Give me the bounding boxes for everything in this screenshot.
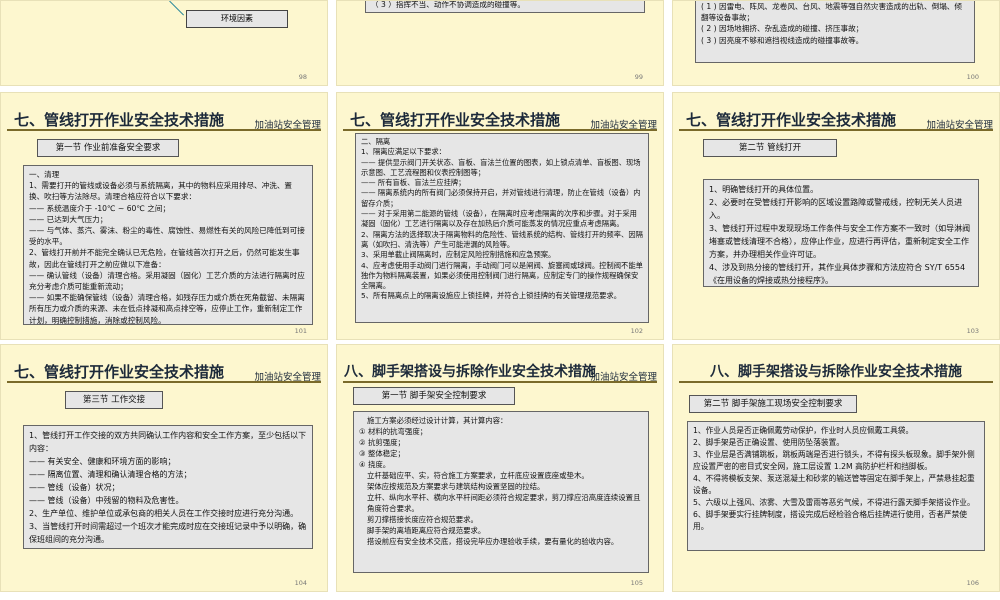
page-number: 100: [966, 73, 979, 81]
content-line: —— 如果不能确保管线（设备）清理合格，如残存压力或介质在死角截留、未隔离所有压…: [29, 293, 305, 325]
content-line: —— 管线（设备）状况；: [29, 483, 120, 492]
slide-103[interactable]: 七、管线打开作业安全技术措施 加油站安全管理 第二节 管线打开 1、明确管线打开…: [672, 92, 1000, 340]
content-line: —— 提供显示阀门开关状态、盲板、盲法兰位置的图表，如上锁点清单、盲板图、现场示…: [361, 157, 641, 177]
content-line: —— 管线（设备）中残留的物料及危害性。: [29, 496, 184, 505]
content-line: 2、必要时在受管线打开影响的区域设置路障或警戒线，控制无关人员进入。: [709, 198, 963, 220]
content-box: 二、隔离 1、隔离应满足以下要求： —— 提供显示阀门开关状态、盲板、盲法兰位置…: [355, 133, 649, 323]
content-line: 5、六级以上强风、浓雾、大雪及雷雨等恶劣气候，不得进行露天脚手架搭设作业。: [693, 498, 975, 507]
content-line: 5、所有隔离点上的隔离设施应上锁挂牌，并符合上锁挂牌的有关管理规范要求。: [361, 291, 622, 301]
content-line: ① 材料的抗弯强度；: [359, 427, 428, 436]
page-number: 99: [634, 73, 643, 81]
content-line: 一、清理: [29, 170, 60, 179]
page-number: 106: [966, 579, 979, 587]
content-line: ④ 挠度。: [359, 460, 391, 469]
section-heading: 第二节 脚手架施工现场安全控制要求: [689, 395, 857, 413]
content-line: 4、应考虑使用手动阀门进行隔离，手动阀门可以是闸阀、旋塞阀或球阀。控制阀不能单独…: [361, 260, 643, 291]
content-line: ( 2 ) 因场地拥挤、杂乱造成的碰撞、挤压事故；: [701, 24, 864, 34]
content-line: —— 隔离位置、清理和确认清理合格的方法；: [29, 470, 192, 479]
content-line: 4、不得将模板支架、泵送混凝土和砂浆的输送管等固定在脚手架上，严禁悬挂起重设备。: [693, 474, 975, 495]
content-line: 3、管线打开过程中发现现场工作条件与安全工作方案不一致时（如导淋阀堵塞或管线清理…: [709, 224, 971, 259]
content-line: —— 系统温度介于 -10℃ ~ 60℃ 之间；: [29, 203, 171, 213]
page-number: 105: [630, 579, 643, 587]
content-line: 1、明确管线打开的具体位置。: [709, 185, 819, 194]
content-line: ( 1 ) 因雷电、阵风、龙卷风、台风、地震等强自然灾害造成的出轨、倒塌、倾翻等…: [701, 2, 962, 23]
connector-line: [169, 1, 184, 16]
page-number: 101: [294, 327, 307, 335]
content-line: 1、隔离应满足以下要求：: [361, 147, 446, 157]
content-line: ( 3 ) 因亮度不够和遮挡视线造成的碰撞事故等。: [701, 35, 864, 45]
content-line: —— 与气体、蒸汽、雾沫、粉尘的毒性、腐蚀性、易燃性有关的风险已降低到可接受的水…: [29, 226, 305, 247]
content-line: 立杆、纵向水平杆、横向水平杆间距必须符合规定要求，剪刀撑应沿高度连续设置且角度符…: [367, 493, 641, 513]
content-line: 2、脚手架是否正确设置、使用防坠落装置。: [693, 438, 844, 447]
content-box: ( 1 ) 因雷电、阵风、龙卷风、台风、地震等强自然灾害造成的出轨、倒塌、倾翻等…: [695, 1, 975, 63]
content-line: 架体应按规范及方案要求与建筑结构设置坚固的拉结。: [367, 482, 545, 491]
content-box: 1、管线打开工作交接的双方共同确认工作内容和安全工作方案，至少包括以下内容： —…: [23, 425, 313, 549]
section-heading: 第三节 工作交接: [65, 391, 163, 409]
title-divider: [679, 129, 993, 131]
content-line: 6、脚手架要实行挂牌制度，搭设完成后经检验合格后挂牌进行使用，否者严禁使用。: [693, 510, 967, 531]
content-line: —— 所有盲板、盲法兰应挂牌；: [361, 178, 466, 188]
content-box: 一、清理 1、需要打开的管线或设备必须与系统隔离，其中的物料应采用排尽、冲洗、置…: [23, 165, 313, 325]
section-heading: 第一节 脚手架安全控制要求: [353, 387, 515, 405]
content-line: 3、采用单截止阀隔离时，应制定风险控制措施和应急预案。: [361, 250, 556, 260]
content-box: 施工方案必须经过设计计算，其计算内容： ① 材料的抗弯强度； ② 抗剪强度； ③…: [353, 411, 649, 573]
page-number: 98: [298, 73, 307, 81]
title-divider: [343, 129, 657, 131]
content-line: 二、隔离: [361, 137, 391, 146]
title-divider: [7, 129, 321, 131]
page-number: 102: [630, 327, 643, 335]
content-line: 搭设前应有安全技术交底，搭设完毕应办理验收手续，要有量化的验收内容。: [367, 537, 619, 546]
content-box: 1、明确管线打开的具体位置。 2、必要时在受管线打开影响的区域设置路障或警戒线，…: [703, 179, 979, 287]
content-line: ③ 整体稳定；: [359, 449, 405, 458]
content-line: （ 3 ）指挥不当、动作不协调造成的碰撞等。: [371, 0, 525, 9]
content-line: 3、当管线打开时间需超过一个班次才能完成时应在交接班记录中予以明确，确保班组间的…: [29, 522, 307, 544]
content-line: 立杆基础应平、实，符合施工方案要求，立杆底应设置底座或垫木。: [367, 471, 589, 480]
content-line: —— 已达到大气压力；: [29, 214, 108, 224]
slide-99[interactable]: （ 3 ）指挥不当、动作不协调造成的碰撞等。 99: [336, 0, 664, 86]
environment-factor-node: 环境因素: [186, 10, 288, 28]
slide-100[interactable]: ( 1 ) 因雷电、阵风、龙卷风、台风、地震等强自然灾害造成的出轨、倒塌、倾翻等…: [672, 0, 1000, 86]
section-heading: 第二节 管线打开: [703, 139, 837, 157]
title-divider: [7, 381, 321, 383]
content-line: 施工方案必须经过设计计算，其计算内容：: [367, 416, 508, 425]
section-heading: 第一节 作业前准备安全要求: [37, 139, 179, 157]
content-line: —— 有关安全、健康和环境方面的影响；: [29, 457, 176, 466]
content-line: 1、作业人员是否正确佩戴劳动保护，作业时人员应佩戴工具袋。: [693, 426, 914, 435]
slide-106[interactable]: 八、脚手架搭设与拆除作业安全技术措施 第二节 脚手架施工现场安全控制要求 1、作…: [672, 344, 1000, 592]
content-line: ② 抗剪强度；: [359, 438, 405, 447]
content-line: 4、涉及到热分接的管线打开，其作业具体步骤和方法应符合 SY/T 6554《在用…: [709, 263, 966, 285]
slide-102[interactable]: 七、管线打开作业安全技术措施 加油站安全管理 二、隔离 1、隔离应满足以下要求：…: [336, 92, 664, 340]
content-line: 脚手架的离墙距离应符合规范要求。: [367, 526, 486, 535]
slide-98[interactable]: 环境因素 98: [0, 0, 328, 86]
content-line: —— 确认管线（设备）清理合格。采用凝固（固化）工艺介质的方法进行隔离时应充分考…: [29, 270, 305, 292]
content-box: 1、作业人员是否正确佩戴劳动保护，作业时人员应佩戴工具袋。 2、脚手架是否正确设…: [687, 421, 985, 551]
content-line: 2、管线打开前并不能完全确认已无危险，在管线首次打开之后，仍然可能发生事故，因此…: [29, 248, 300, 269]
slide-105[interactable]: 八、脚手架搭设与拆除作业安全技术措施 加油站安全管理 第一节 脚手架安全控制要求…: [336, 344, 664, 592]
page-number: 104: [294, 579, 307, 587]
content-line: 1、管线打开工作交接的双方共同确认工作内容和安全工作方案，至少包括以下内容：: [29, 431, 307, 453]
content-line: 3、作业层是否满铺跳板，跳板两端是否进行锁头，不得有探头板现象。脚手架外侧应设置…: [693, 450, 975, 471]
page-number: 103: [966, 327, 979, 335]
content-box: （ 3 ）指挥不当、动作不协调造成的碰撞等。: [365, 0, 645, 13]
slide-104[interactable]: 七、管线打开作业安全技术措施 加油站安全管理 第三节 工作交接 1、管线打开工作…: [0, 344, 328, 592]
slide-title: 八、脚手架搭设与拆除作业安全技术措施: [710, 364, 962, 380]
content-line: 剪刀撑搭接长度应符合规范要求。: [367, 515, 478, 524]
content-line: 1、需要打开的管线或设备必须与系统隔离，其中的物料应采用排尽、冲洗、置换、吹扫等…: [29, 181, 293, 202]
slide-101[interactable]: 七、管线打开作业安全技术措施 加油站安全管理 第一节 作业前准备安全要求 一、清…: [0, 92, 328, 340]
title-divider: [679, 381, 993, 383]
content-line: 2、隔离方法的选择取决于隔离物料的危险性、管线系统的结构、管线打开的频率、因隔离…: [361, 229, 643, 249]
title-divider: [343, 381, 657, 383]
content-line: —— 对于采用第二能源的管线（设备），在隔离时应考虑隔离的次序和步骤。对于采用凝…: [361, 209, 637, 229]
content-line: —— 隔离系统内的所有阀门必须保持开启，并对管线进行清理，防止在管线（设备）内留…: [361, 188, 641, 208]
content-line: 2、生产单位、维护单位或承包商的相关人员在工作交接时应进行充分沟通。: [29, 509, 299, 518]
